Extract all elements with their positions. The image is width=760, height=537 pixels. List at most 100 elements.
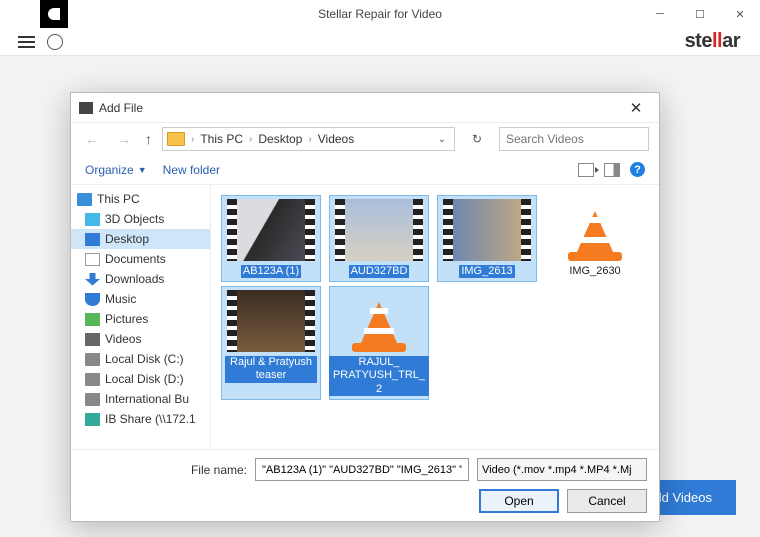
chevron-right-icon: ›	[247, 134, 254, 145]
close-button[interactable]: ✕	[720, 0, 760, 28]
folder-tree: This PC 3D Objects Desktop Documents Downloa…	[71, 185, 211, 449]
tree-item-music[interactable]: Music	[71, 289, 210, 309]
chevron-right-icon: ›	[306, 134, 313, 145]
globe-icon[interactable]	[47, 34, 63, 50]
pic-icon	[85, 313, 100, 326]
app-title: Stellar Repair for Video	[318, 7, 442, 21]
tree-item-label: Local Disk (C:)	[105, 352, 184, 366]
file-item[interactable]: AUD327BD	[329, 195, 429, 282]
dialog-close-button[interactable]: ✕	[621, 99, 651, 117]
file-name-label: IMG_2613	[459, 265, 514, 278]
filename-input[interactable]	[255, 458, 469, 481]
tree-item-downloads[interactable]: Downloads	[71, 269, 210, 289]
file-name-label: IMG_2630	[569, 265, 620, 278]
dialog-titlebar: Add File ✕	[71, 93, 659, 123]
back-button[interactable]: ←	[81, 131, 103, 147]
organize-label: Organize	[85, 163, 134, 177]
file-grid: AB123A (1) AUD327BD IMG_2613 IMG_2630 Rajul …	[211, 185, 659, 449]
filetype-select[interactable]	[477, 458, 647, 481]
menu-icon[interactable]	[18, 36, 35, 48]
minimize-button[interactable]: ─	[640, 0, 680, 28]
brand-pre: ste	[685, 30, 712, 52]
up-button[interactable]: ↑	[145, 131, 152, 147]
file-item[interactable]: IMG_2630	[545, 195, 645, 282]
tree-item-label: Pictures	[105, 312, 148, 326]
tree-item-local-disk-c-[interactable]: Local Disk (C:)	[71, 349, 210, 369]
app-window: Stellar Repair for Video ─ ☐ ✕ stellar A…	[0, 0, 760, 537]
dialog-nav: ← → ↑ › This PC › Desktop › Videos ⌄ ↻	[71, 123, 659, 155]
preview-pane-button[interactable]	[604, 163, 620, 177]
chevron-down-icon[interactable]: ⌄	[438, 134, 450, 145]
cancel-button[interactable]: Cancel	[567, 489, 647, 513]
crumb-desktop[interactable]: Desktop	[258, 132, 302, 146]
app-body: Add Videos Add File ✕ ← → ↑ › This PC › …	[0, 56, 760, 537]
tree-item-label: Videos	[105, 332, 141, 346]
crumb-videos[interactable]: Videos	[318, 132, 354, 146]
tree-item-label: Local Disk (D:)	[105, 372, 184, 386]
file-name-label: AB123A (1)	[241, 265, 301, 278]
video-thumbnail	[443, 199, 531, 261]
tree-item-label: Desktop	[105, 232, 149, 246]
brand-logo: stellar	[685, 30, 740, 53]
file-dialog: Add File ✕ ← → ↑ › This PC › Desktop › V…	[70, 92, 660, 522]
dl-icon	[85, 273, 100, 286]
tree-item-label: This PC	[97, 192, 140, 206]
tree-item-label: Downloads	[105, 272, 164, 286]
disk-icon	[85, 373, 100, 386]
view-mode-button[interactable]	[578, 163, 594, 177]
disk-icon	[85, 393, 100, 406]
app-icon	[40, 0, 68, 28]
app-titlebar: Stellar Repair for Video ─ ☐ ✕	[0, 0, 760, 28]
file-name-label: RAJUL_ PRATYUSH_TRL_2	[329, 356, 429, 396]
filename-label: File name:	[83, 463, 247, 477]
tree-item-3d-objects[interactable]: 3D Objects	[71, 209, 210, 229]
open-button[interactable]: Open	[479, 489, 559, 513]
tree-item-desktop[interactable]: Desktop	[71, 229, 210, 249]
tree-item-ib-share-172-1[interactable]: IB Share (\\172.1	[71, 409, 210, 429]
file-item[interactable]: RAJUL_ PRATYUSH_TRL_2	[329, 286, 429, 400]
dialog-toolbar: Organize ▼ New folder ?	[71, 155, 659, 185]
tree-item-label: IB Share (\\172.1	[105, 412, 196, 426]
forward-button[interactable]: →	[113, 131, 135, 147]
breadcrumb-bar[interactable]: › This PC › Desktop › Videos ⌄	[162, 127, 455, 151]
new-folder-button[interactable]: New folder	[163, 163, 220, 177]
tree-item-label: Documents	[105, 252, 166, 266]
tree-item-label: Music	[105, 292, 136, 306]
tree-item-pictures[interactable]: Pictures	[71, 309, 210, 329]
window-controls: ─ ☐ ✕	[640, 0, 760, 28]
organize-button[interactable]: Organize ▼	[85, 163, 147, 177]
folder-small-icon	[79, 102, 93, 114]
help-icon[interactable]: ?	[630, 162, 645, 177]
search-input[interactable]	[499, 127, 649, 151]
file-item[interactable]: Rajul & Pratyush teaser	[221, 286, 321, 400]
chevron-right-icon: ›	[189, 134, 196, 145]
file-item[interactable]: AB123A (1)	[221, 195, 321, 282]
disk-icon	[85, 353, 100, 366]
net-icon	[85, 413, 100, 426]
dialog-footer: File name: Open Cancel	[71, 449, 659, 521]
music-icon	[85, 293, 100, 306]
maximize-button[interactable]: ☐	[680, 0, 720, 28]
refresh-button[interactable]: ↻	[465, 132, 489, 146]
tree-item-videos[interactable]: Videos	[71, 329, 210, 349]
chevron-down-icon: ▼	[138, 165, 147, 175]
tree-item-documents[interactable]: Documents	[71, 249, 210, 269]
dialog-main: This PC 3D Objects Desktop Documents Downloa…	[71, 185, 659, 449]
tree-item-label: International Bu	[105, 392, 189, 406]
obj3d-icon	[85, 213, 100, 226]
vlc-cone-icon	[348, 290, 410, 352]
tree-item-this-pc[interactable]: This PC	[71, 189, 210, 209]
crumb-this-pc[interactable]: This PC	[200, 132, 243, 146]
tree-item-international-bu[interactable]: International Bu	[71, 389, 210, 409]
vlc-cone-icon	[564, 199, 626, 261]
file-item[interactable]: IMG_2613	[437, 195, 537, 282]
file-name-label: AUD327BD	[349, 265, 410, 278]
folder-icon	[167, 132, 185, 146]
tree-item-local-disk-d-[interactable]: Local Disk (D:)	[71, 369, 210, 389]
video-thumbnail	[227, 199, 315, 261]
pc-icon	[77, 193, 92, 206]
desktop-icon	[85, 233, 100, 246]
video-thumbnail	[335, 199, 423, 261]
brand-mid: ll	[712, 30, 722, 52]
app-toolbar: stellar	[0, 28, 760, 56]
